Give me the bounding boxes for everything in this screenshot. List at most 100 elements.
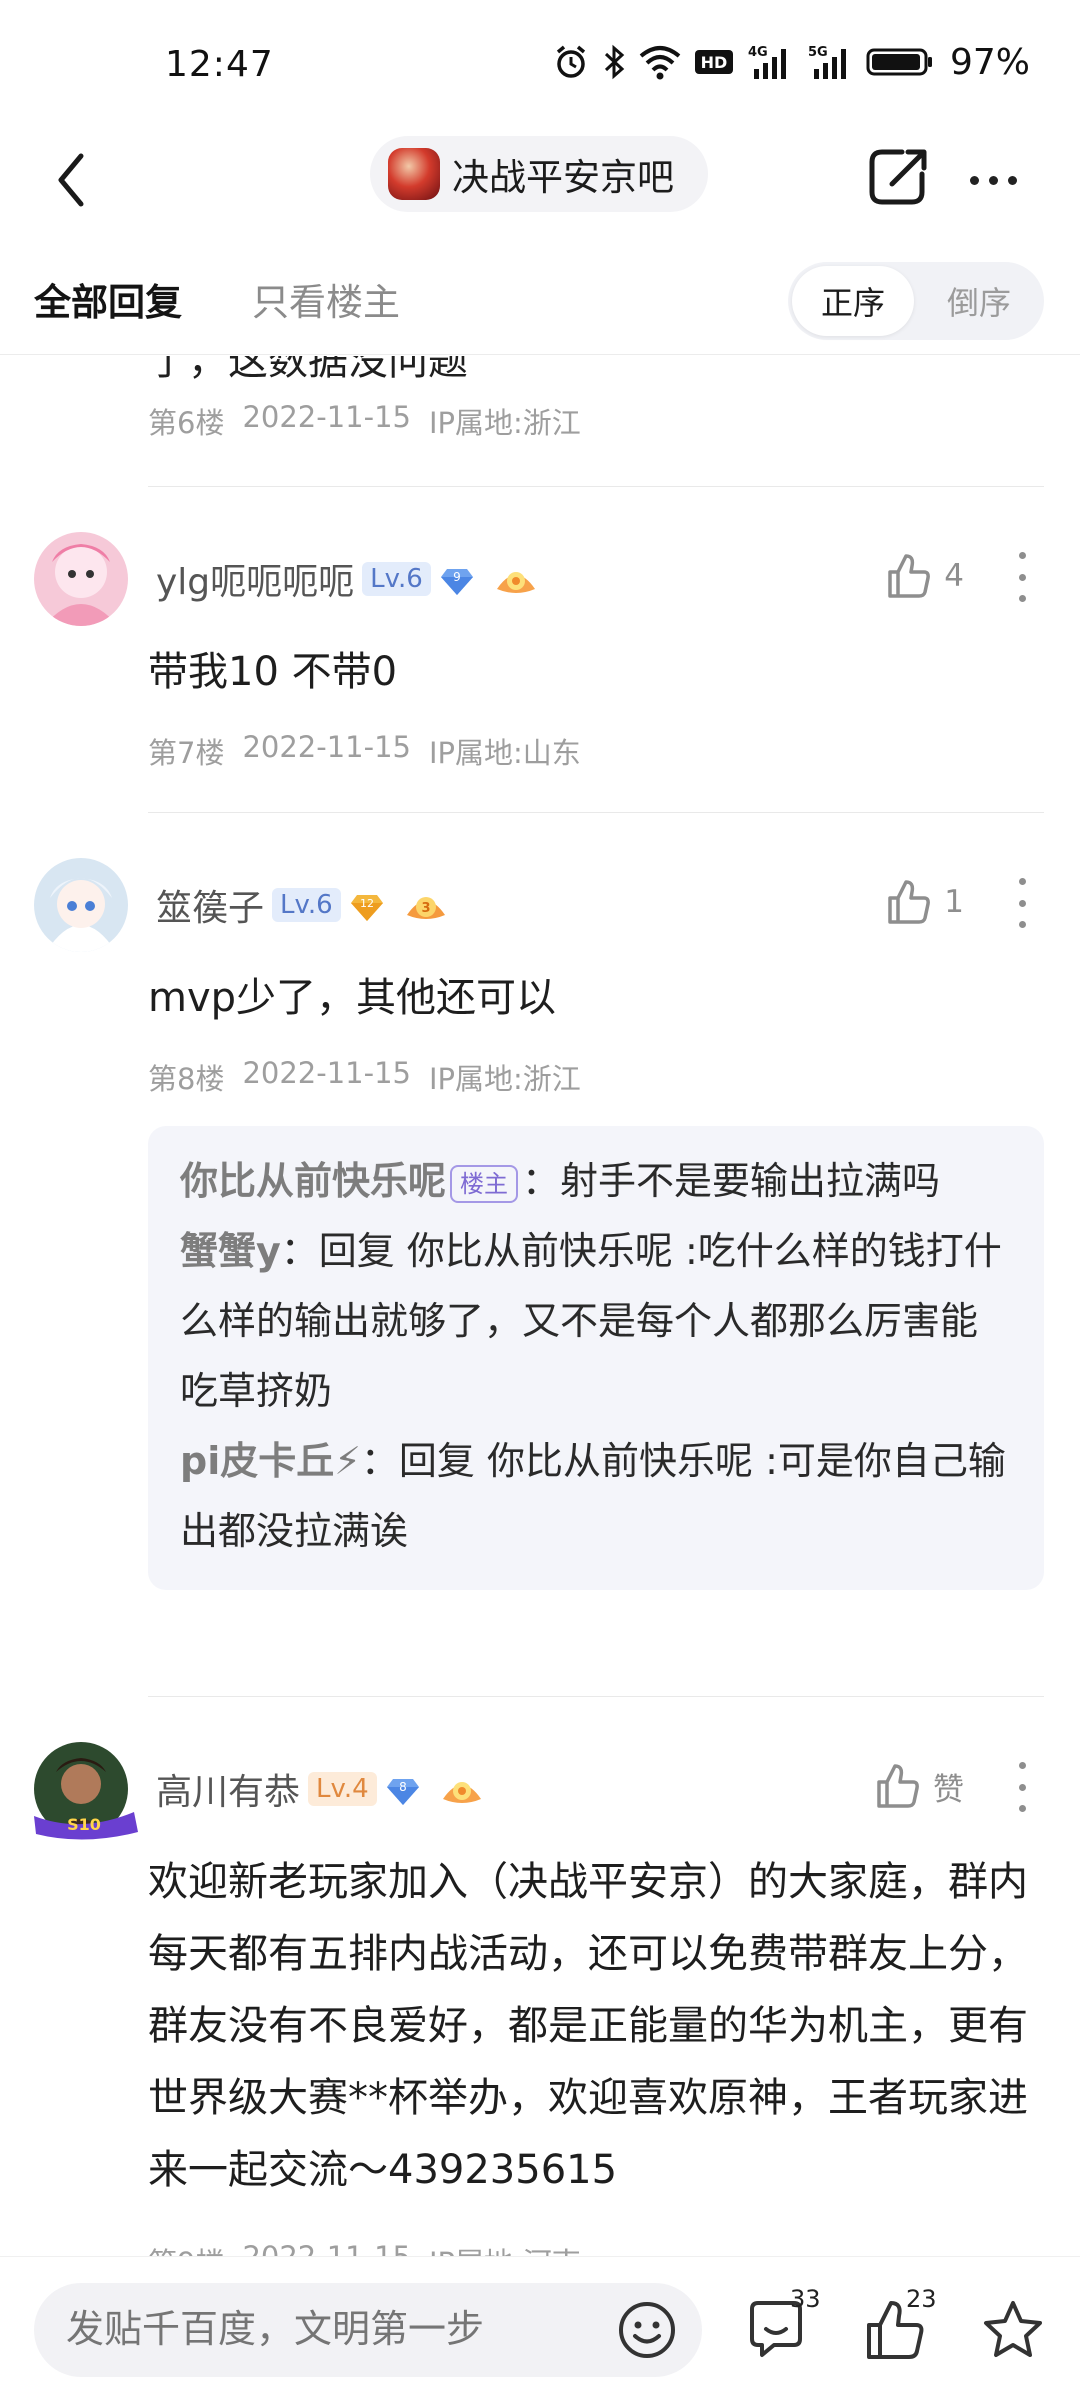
avatar[interactable]: S10	[34, 1742, 138, 1840]
thumbs-up-icon	[888, 554, 931, 598]
compose-field[interactable]	[34, 2283, 702, 2377]
post-meta: 第9楼 2022-11-15 IP属地:河南	[148, 2240, 581, 2256]
battery-icon	[866, 48, 932, 76]
svg-text:5G: 5G	[808, 45, 828, 60]
floor-number: 第7楼	[148, 736, 225, 770]
sub-reply: 蟹蟹y：回复 你比从前快乐呢 :吃什么样的钱打什么样的输出就够了，又不是每个人都…	[180, 1216, 1012, 1426]
reply-filter-bar: 全部回复 只看楼主 正序 倒序	[0, 250, 1080, 355]
like-button[interactable]: 赞	[873, 1762, 964, 1810]
divider	[148, 1696, 1044, 1697]
tab-all-replies[interactable]: 全部回复	[34, 272, 182, 326]
tab-owner-only[interactable]: 只看楼主	[252, 272, 400, 326]
post-date: 2022-11-15	[242, 1056, 411, 1090]
thumbs-up-icon	[877, 1764, 919, 1808]
avatar[interactable]	[34, 532, 128, 626]
avatar[interactable]	[34, 858, 128, 952]
post-meta: 第7楼 2022-11-15 IP属地:山东	[148, 730, 581, 772]
alarm-icon	[556, 45, 586, 78]
owner-tag: 楼主	[450, 1164, 519, 1203]
back-button[interactable]	[36, 144, 106, 216]
sort-ascending-button[interactable]: 正序	[792, 266, 914, 336]
post-date: 2022-11-15	[242, 400, 411, 434]
ip-location: IP属地:浙江	[429, 406, 581, 440]
username[interactable]: ylg呃呃呃呃	[156, 553, 354, 605]
divider	[148, 812, 1044, 813]
post-more-button[interactable]	[1016, 1762, 1028, 1812]
star-icon	[984, 2301, 1042, 2357]
reply-text: ：回复 你比从前快乐呢 :吃什么样的钱打什么样的输出就够了，又不是每个人都那么厉…	[180, 1229, 1002, 1413]
like-total-count: 23	[906, 2285, 937, 2313]
medal-badge-icon: 3	[406, 897, 445, 919]
user-info-row: 高川有恭 Lv.4 8	[156, 1764, 485, 1814]
svg-text:12: 12	[360, 897, 374, 910]
diamond-badge-icon: 12	[350, 895, 383, 921]
sub-reply-box[interactable]: 你比从前快乐呢 楼主 ：射手不是要输出拉满吗 蟹蟹y：回复 你比从前快乐呢 :吃什么…	[148, 1126, 1044, 1590]
more-options-button[interactable]	[958, 150, 1028, 210]
svg-text:S10: S10	[67, 1815, 101, 1834]
post-more-button[interactable]	[1016, 878, 1028, 928]
share-edit-icon	[869, 149, 927, 205]
reply-text: ：射手不是要输出拉满吗	[522, 1159, 941, 1203]
sort-toggle: 正序 倒序	[788, 262, 1044, 340]
comment-count: 33	[790, 2285, 821, 2313]
post-date: 2022-11-15	[242, 2240, 411, 2256]
like-button[interactable]: 1	[884, 878, 964, 926]
reply-author[interactable]: pi皮卡丘⚡	[180, 1439, 361, 1483]
bottom-action-bar: 33 23	[0, 2256, 1080, 2400]
svg-text:HD: HD	[701, 53, 728, 72]
post-more-button[interactable]	[1016, 552, 1028, 602]
floor-number: 第9楼	[148, 2240, 224, 2256]
reply-input[interactable]	[66, 2307, 586, 2351]
like-count: 1	[944, 884, 964, 920]
reply-author[interactable]: 蟹蟹y	[180, 1229, 281, 1273]
diamond-badge-icon: 9	[440, 569, 473, 595]
favorite-button[interactable]	[980, 2297, 1046, 2363]
post-text: 欢迎新老玩家加入（决战平安京）的大家庭，群内每天都有五排内战活动，还可以免费带群…	[148, 1859, 1028, 2193]
like-button[interactable]: 4	[884, 552, 964, 600]
post-text: mvp少了，其他还可以	[148, 975, 557, 1021]
thumbs-up-icon	[888, 880, 931, 924]
like-label: 赞	[933, 1771, 964, 1808]
medal-badge-icon	[496, 572, 535, 593]
battery-level: 97%	[949, 41, 1030, 83]
reply-author[interactable]: 你比从前快乐呢	[180, 1159, 446, 1203]
post-meta: 第6楼 2022-11-15 IP属地:浙江	[148, 400, 581, 442]
level-badge: Lv.6	[362, 562, 431, 596]
ip-location: IP属地:浙江	[429, 1062, 581, 1096]
level-badge: Lv.4	[308, 1772, 377, 1806]
post-text: 带我10 不带0	[148, 649, 398, 695]
signal-4g-icon: 4G	[748, 45, 786, 79]
ip-location: IP属地:河南	[429, 2240, 581, 2256]
username[interactable]: 筮篌子	[156, 879, 264, 931]
medal-badge-icon	[442, 1782, 481, 1803]
user-info-row: 筮篌子 Lv.6 12 3	[156, 880, 449, 930]
username[interactable]: 高川有恭	[156, 1763, 300, 1815]
forum-avatar	[388, 148, 440, 200]
forum-chip[interactable]: 决战平安京吧	[370, 136, 708, 212]
smiley-icon	[619, 2302, 675, 2358]
sub-reply: 你比从前快乐呢 楼主 ：射手不是要输出拉满吗	[180, 1146, 1012, 1216]
svg-text:4G: 4G	[748, 45, 768, 60]
status-time: 12:47	[165, 44, 274, 85]
forum-name: 决战平安京吧	[452, 156, 674, 199]
user-info-row: ylg呃呃呃呃 Lv.6 9	[156, 554, 539, 604]
signal-5g-icon: 5G	[808, 45, 846, 79]
chevron-left-icon	[58, 153, 84, 207]
ip-location: IP属地:山东	[429, 736, 581, 770]
status-bar: 12:47 HD 4G 5G 97%	[0, 0, 1080, 130]
divider	[148, 486, 1044, 487]
post-text: 了，这数据没问题	[148, 356, 468, 384]
share-button[interactable]	[862, 142, 932, 212]
wifi-icon	[639, 46, 681, 80]
like-count: 4	[944, 558, 964, 594]
floor-number: 第6楼	[148, 406, 225, 440]
diamond-badge-icon: 8	[386, 1779, 419, 1805]
reply-list: 了，这数据没问题 第6楼 2022-11-15 IP属地:浙江 ylg呃呃呃呃 …	[0, 356, 1080, 2256]
status-icons: HD 4G 5G 97%	[552, 40, 1030, 84]
nav-bar: 决战平安京吧	[0, 130, 1080, 230]
post-date: 2022-11-15	[242, 730, 411, 764]
sort-descending-button[interactable]: 倒序	[918, 266, 1040, 336]
level-badge: Lv.6	[272, 888, 341, 922]
emoji-button[interactable]	[616, 2299, 678, 2361]
svg-text:9: 9	[453, 570, 461, 584]
